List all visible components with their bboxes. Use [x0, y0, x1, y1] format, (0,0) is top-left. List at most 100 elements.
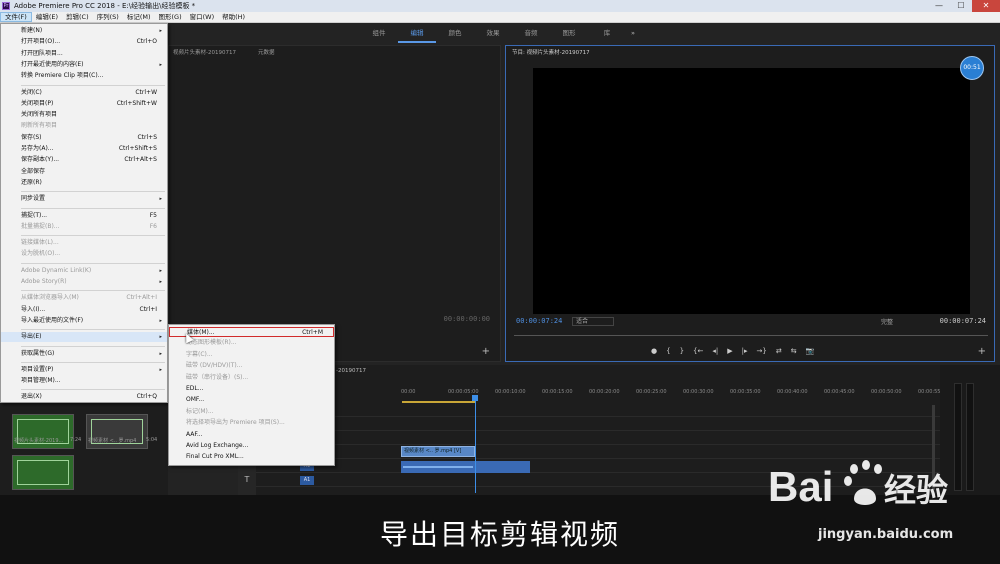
export-menu-item[interactable]: Final Cut Pro XML... [169, 452, 334, 462]
tab-metadata[interactable]: 元数据 [258, 48, 275, 56]
workspace-tab[interactable]: 效果 [474, 23, 512, 43]
export-menu-item[interactable]: 媒体(M)... Ctrl+M [169, 327, 334, 337]
program-video-screen[interactable] [533, 68, 970, 314]
workspace-tab[interactable]: 编辑 [398, 23, 436, 43]
file-menu-item[interactable]: 全部保存 [1, 167, 167, 177]
menu-item-shortcut: Ctrl+I [139, 305, 157, 313]
playback-quality-select[interactable]: 完整 [881, 317, 893, 326]
playhead-handle[interactable] [472, 395, 478, 401]
menu-7[interactable]: 帮助(H) [218, 12, 249, 22]
transport-button-icon[interactable]: } [680, 347, 684, 355]
workspace-tab[interactable]: 组件 [360, 23, 398, 43]
file-menu-item[interactable]: 获取属性(G) ▸ [1, 349, 167, 359]
submenu-arrow-icon: ▸ [159, 61, 162, 68]
project-item-duration: 7:24 [70, 437, 82, 443]
file-menu-item[interactable]: 关闭所有项目 [1, 110, 167, 120]
close-icon[interactable]: ✕ [972, 0, 1000, 12]
file-menu-item[interactable]: 关闭项目(P) Ctrl+Shift+W [1, 99, 167, 109]
menu-separator [21, 345, 165, 347]
transport-button-icon[interactable]: 📷 [806, 347, 815, 355]
menu-3[interactable]: 序列(S) [93, 12, 123, 22]
menu-2[interactable]: 剪辑(C) [62, 12, 93, 22]
source-panel-tabs: 视频片头素材-20190717 元数据 [173, 48, 275, 56]
menu-0[interactable]: 文件(F) [0, 12, 32, 22]
track-target-a1[interactable]: A1 [300, 476, 314, 485]
export-menu-item[interactable]: AAF... [169, 430, 334, 440]
file-menu-item[interactable]: 保存副本(Y)... Ctrl+Alt+S [1, 155, 167, 165]
file-menu-item[interactable]: 还原(R) [1, 178, 167, 188]
export-menu-item: 磁带（串行设备）(S)... [169, 373, 334, 383]
project-thumbnail[interactable] [12, 455, 74, 490]
file-menu-item[interactable]: 项目设置(P) ▸ [1, 365, 167, 375]
timeline-sequence-tab[interactable]: -20190717 [336, 368, 366, 374]
playhead-line[interactable] [475, 395, 476, 493]
transport-button-icon[interactable]: ⇄ [776, 347, 782, 355]
menu-item-label: 打开团队项目... [21, 49, 63, 57]
add-button-icon[interactable]: + [978, 346, 986, 357]
minimize-icon[interactable]: — [928, 0, 950, 12]
timeline-video-clip[interactable]: 视频素材 <.. 罗.mp4 [V] [401, 446, 475, 457]
menu-item-label: 获取属性(G) [21, 349, 55, 357]
workspace-tab[interactable]: 颜色 [436, 23, 474, 43]
timeline-audio-clip[interactable] [475, 461, 530, 473]
export-menu-item[interactable]: Avid Log Exchange... [169, 441, 334, 451]
transport-button-icon[interactable]: ⇆ [791, 347, 797, 355]
more-workspaces-icon[interactable]: » [626, 23, 640, 43]
file-menu-item[interactable]: 项目管理(M)... [1, 376, 167, 386]
timeline-ruler[interactable]: 00:00 00:00:05:00 00:00:10:00 00:00:15:00 00… [401, 387, 945, 399]
file-menu-item[interactable]: 另存为(A)... Ctrl+Shift+S [1, 144, 167, 154]
program-scrub-bar[interactable] [514, 335, 988, 336]
menu-separator [21, 84, 165, 86]
file-menu-item[interactable]: 退出(X) Ctrl+Q [1, 392, 167, 402]
playhead-timecode[interactable]: 00:00:07:24 [516, 317, 562, 325]
file-menu-item[interactable]: 导入(I)... Ctrl+I [1, 305, 167, 315]
zoom-fit-select[interactable]: 适合 [572, 317, 614, 326]
menu-6[interactable]: 窗口(W) [186, 12, 219, 22]
work-area-bar[interactable] [402, 401, 475, 403]
transport-button-icon[interactable]: ▶ [727, 347, 732, 355]
menu-separator [21, 389, 165, 391]
file-menu-item[interactable]: 保存(S) Ctrl+S [1, 133, 167, 143]
menu-item-label: 捕捉(T)... [21, 211, 48, 219]
transport-button-icon[interactable]: →} [757, 347, 767, 355]
file-menu-item[interactable]: 打开团队项目... [1, 49, 167, 59]
workspace-tab[interactable]: 音频 [512, 23, 550, 43]
menu-5[interactable]: 图形(G) [155, 12, 186, 22]
menu-1[interactable]: 编辑(E) [32, 12, 62, 22]
workspace-tab[interactable]: 图形 [550, 23, 588, 43]
window-controls: — ☐ ✕ [928, 0, 1000, 12]
export-menu-item[interactable]: OMF... [169, 395, 334, 405]
transport-button-icon[interactable]: ◂| [712, 347, 718, 355]
transport-button-icon[interactable]: {← [693, 347, 703, 355]
tab-source-clip[interactable]: 视频片头素材-20190717 [173, 48, 236, 56]
menu-item-shortcut: Ctrl+Q [136, 393, 157, 401]
menu-item-label: 刷新所有项目 [21, 122, 58, 130]
file-menu-item[interactable]: 转换 Premiere Clip 项目(C)... [1, 71, 167, 81]
file-menu-item[interactable]: 新建(N) ▸ [1, 26, 167, 36]
file-menu-item[interactable]: 同步设置 ▸ [1, 194, 167, 204]
maximize-icon[interactable]: ☐ [950, 0, 972, 12]
file-menu-item[interactable]: 导出(E) ▸ [1, 332, 167, 343]
title-bar: Pr Adobe Premiere Pro CC 2018 - E:\经验输出\… [0, 0, 1000, 12]
file-menu-item[interactable]: 打开最近使用的内容(E) ▸ [1, 60, 167, 70]
file-menu-item[interactable]: 导入最近使用的文件(F) ▸ [1, 316, 167, 326]
menu-bar: 文件(F) 编辑(E) 剪辑(C) 序列(S) 标记(M) 图形(G) 窗口(W) 帮助(H) [0, 12, 1000, 23]
file-menu-item[interactable]: 捕捉(T)... F5 [1, 211, 167, 221]
timeline-audio-clip[interactable] [401, 461, 475, 473]
program-panel-tab[interactable]: 节目: 视频片头素材-20190717 [512, 48, 590, 56]
menu-item-label: 另存为(A)... [21, 145, 54, 152]
submenu-arrow-icon: ▸ [159, 366, 162, 373]
workspace-tab[interactable]: 库 [588, 23, 626, 43]
export-menu-item[interactable]: EDL... [169, 384, 334, 394]
transport-button-icon[interactable]: ● [651, 347, 657, 355]
file-menu-item[interactable]: 关闭(C) Ctrl+W [1, 88, 167, 98]
menu-4[interactable]: 标记(M) [123, 12, 155, 22]
menu-item-shortcut: Ctrl+Shift+W [116, 99, 157, 107]
add-button-icon[interactable]: + [482, 346, 490, 357]
type-tool-icon[interactable]: T [242, 475, 252, 485]
transport-button-icon[interactable]: { [666, 347, 670, 355]
menu-item-label: 还原(R) [21, 178, 42, 186]
export-menu-item: 动态图形模板(R)... [169, 338, 334, 348]
transport-button-icon[interactable]: |▸ [742, 347, 748, 355]
file-menu-item[interactable]: 打开项目(O)... Ctrl+O [1, 37, 167, 47]
